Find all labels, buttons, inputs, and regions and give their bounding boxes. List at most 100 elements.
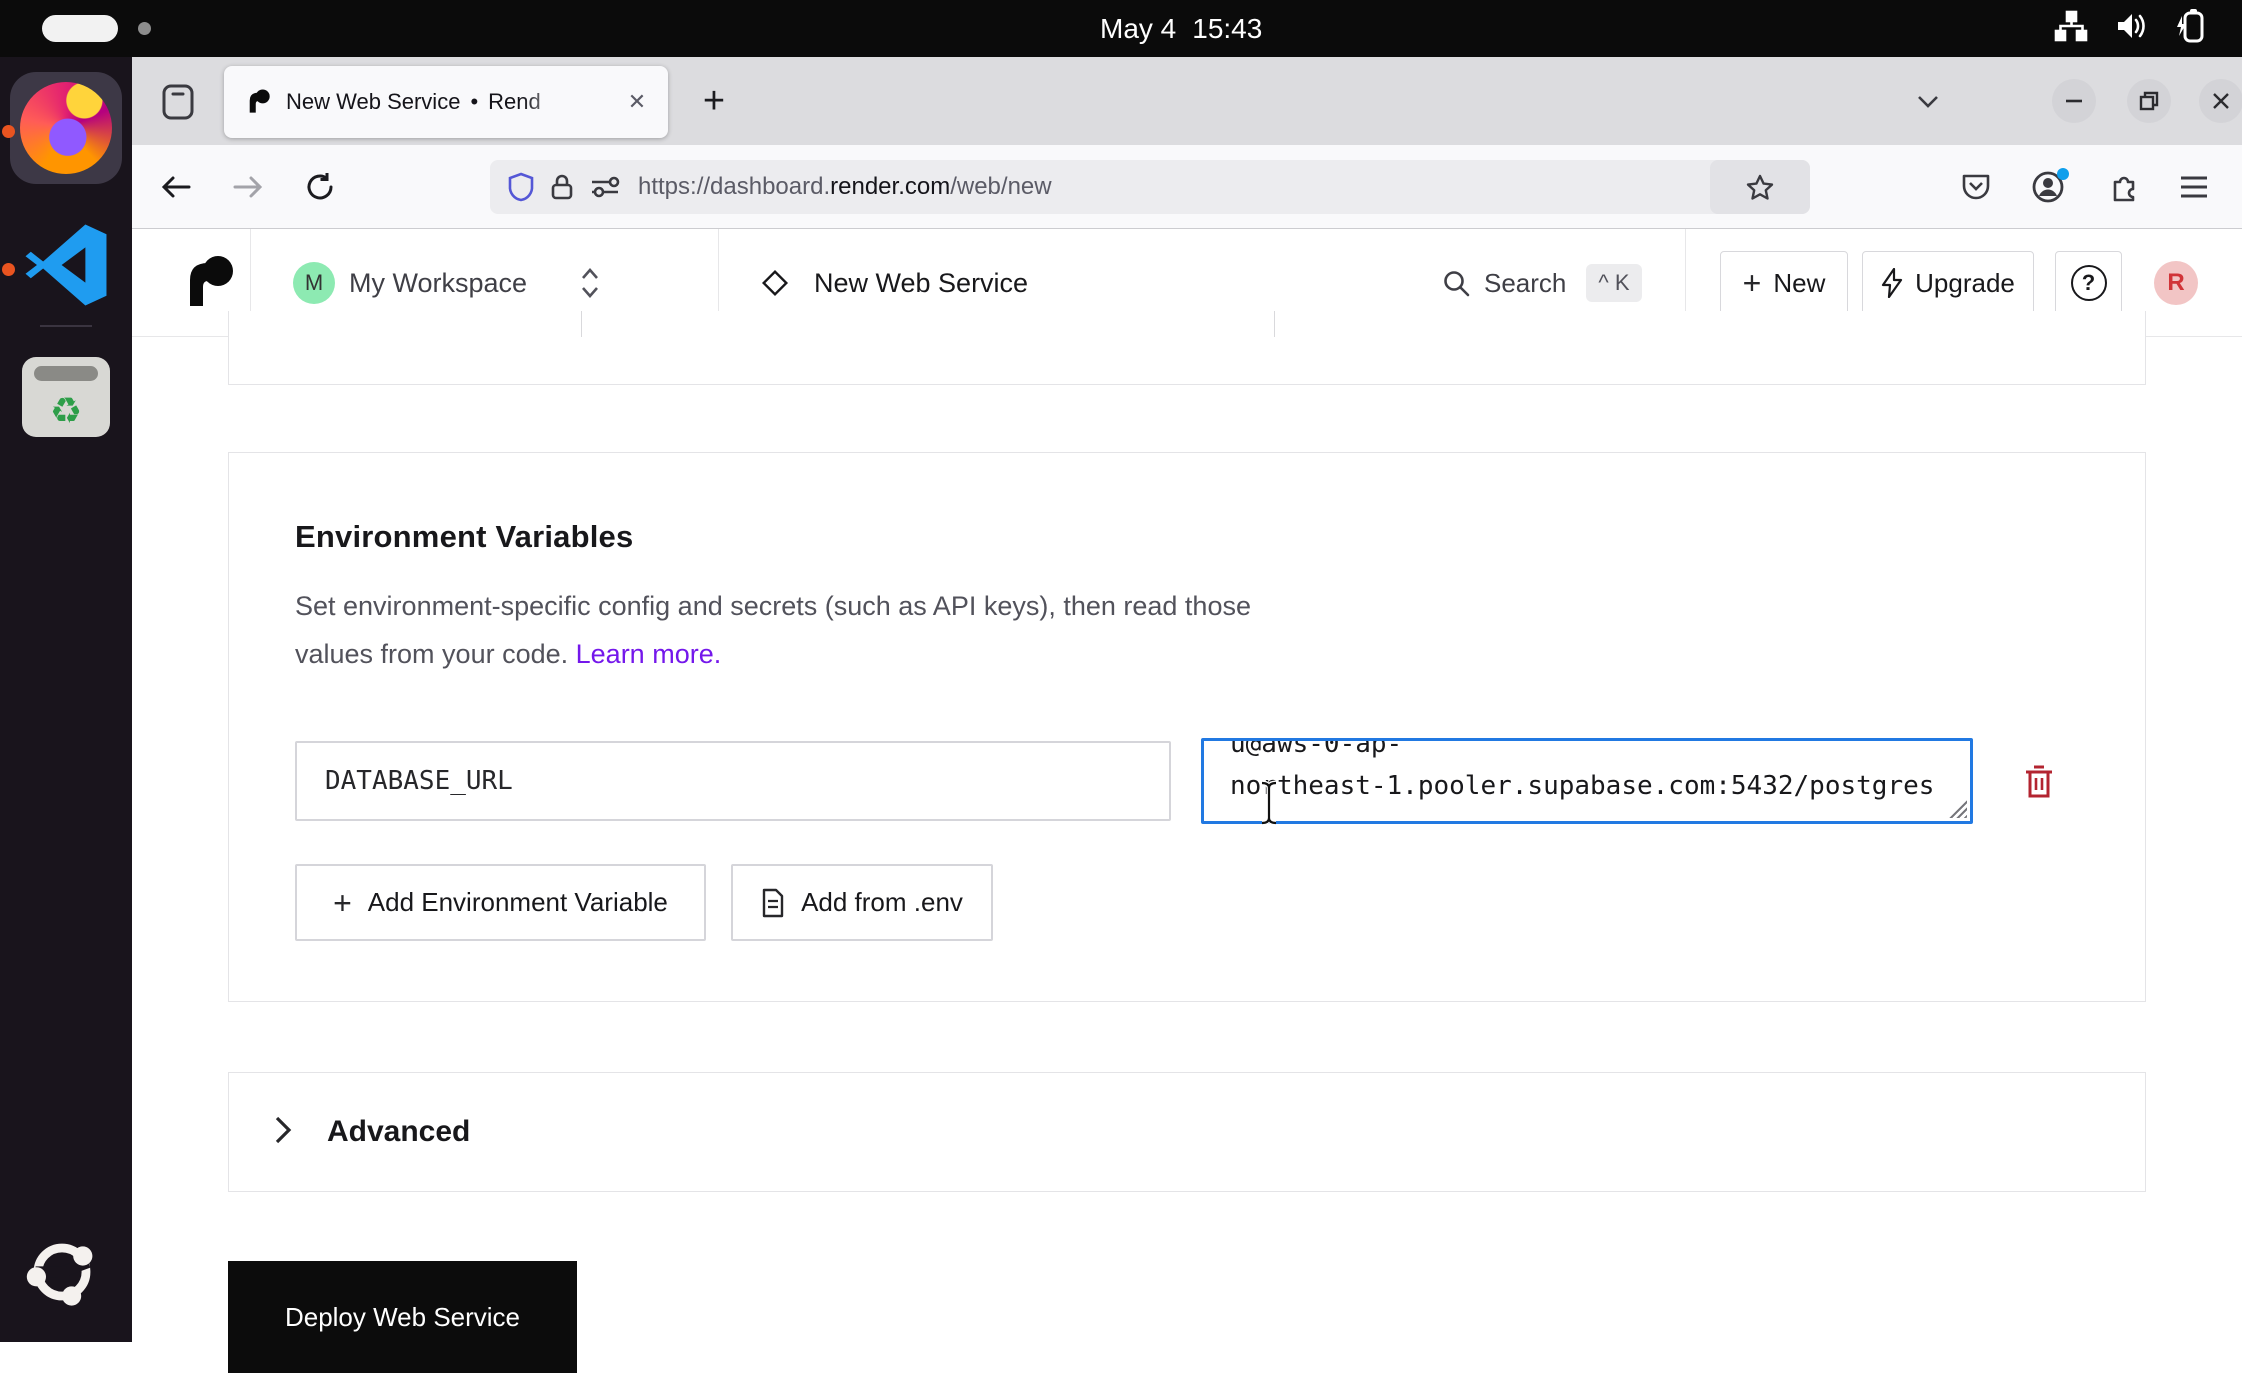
tab-title-text: New Web Service: [286, 89, 460, 115]
battery-icon[interactable]: [2174, 8, 2206, 49]
search-shortcut-badge: ^ K: [1586, 264, 1641, 302]
question-icon: ?: [2071, 265, 2107, 301]
tab-title-cut: Rend: [488, 89, 541, 115]
system-clock[interactable]: May 4 15:43: [1100, 0, 1262, 57]
url-bar[interactable]: https://dashboard.render.com/web/new: [490, 160, 1810, 214]
new-button-label: New: [1773, 268, 1825, 299]
add-from-env-label: Add from .env: [801, 887, 963, 918]
page-content: Environment Variables Set environment-sp…: [132, 337, 2242, 1342]
advanced-card[interactable]: Advanced: [228, 1072, 2146, 1192]
learn-more-link[interactable]: Learn more.: [576, 639, 722, 669]
document-icon: [761, 888, 785, 918]
system-top-bar: May 4 15:43: [0, 0, 2242, 57]
env-value-text: u@aws-0-ap- northeast-1.pooler.supabase.…: [1230, 738, 1944, 807]
input-edge: [581, 311, 582, 337]
render-logo-icon: [182, 254, 238, 312]
firefox-view-button[interactable]: [156, 80, 200, 124]
section-description-line1: Set environment-specific config and secr…: [295, 591, 1251, 622]
url-prefix: https://dashboard.: [638, 173, 830, 200]
lock-icon[interactable]: [550, 173, 574, 201]
dock-divider: [40, 325, 92, 327]
delete-variable-button[interactable]: [2019, 762, 2059, 802]
environment-variables-card: Environment Variables Set environment-sp…: [228, 452, 2146, 1002]
dock-item-trash[interactable]: ♻: [22, 357, 110, 437]
lightning-icon: [1881, 268, 1903, 298]
url-path: /web/new: [950, 173, 1051, 200]
new-tab-button[interactable]: +: [692, 79, 736, 123]
reload-button[interactable]: [292, 159, 348, 215]
clock-date: May 4: [1100, 13, 1176, 45]
list-all-tabs-button[interactable]: [1908, 81, 1948, 121]
help-button[interactable]: ?: [2055, 251, 2122, 315]
tab-title-separator: •: [470, 89, 478, 115]
section-heading: Environment Variables: [295, 519, 633, 555]
ubuntu-logo-icon: [22, 1232, 102, 1312]
forward-button[interactable]: [220, 159, 276, 215]
tab-close-button[interactable]: ✕: [620, 85, 654, 119]
account-icon: [2030, 167, 2070, 207]
firefox-window: New Web Service • Rend ✕ +: [132, 57, 2242, 1342]
upgrade-button[interactable]: Upgrade: [1862, 251, 2034, 315]
network-icon[interactable]: [2054, 10, 2088, 47]
bookmark-button[interactable]: [1710, 160, 1810, 214]
hamburger-icon: [2180, 176, 2208, 198]
firefox-view-icon: [160, 82, 196, 122]
add-from-env-button[interactable]: Add from .env: [731, 864, 993, 941]
vscode-icon: [22, 221, 110, 309]
window-close-button[interactable]: [2199, 79, 2242, 123]
forward-icon: [233, 175, 263, 199]
volume-icon[interactable]: [2114, 10, 2148, 47]
pocket-icon: [1961, 173, 1991, 201]
url-text[interactable]: https://dashboard.render.com/web/new: [638, 173, 1052, 201]
description-text: values from your code.: [295, 639, 568, 669]
firefox-running-dot: [2, 125, 15, 138]
env-key-input[interactable]: [295, 741, 1171, 821]
env-value-line1: u@aws-0-ap-: [1230, 738, 1944, 765]
reload-icon: [305, 172, 335, 202]
dock-item-firefox[interactable]: [10, 72, 122, 184]
workspace-indicator-pill[interactable]: [42, 15, 118, 42]
app-grid-button[interactable]: [22, 1232, 102, 1312]
dock: ♻: [0, 57, 132, 1342]
dock-item-vscode[interactable]: [22, 221, 110, 309]
user-avatar[interactable]: R: [2154, 261, 2198, 305]
workspace-indicator-dot[interactable]: [138, 22, 151, 35]
deploy-web-service-button[interactable]: Deploy Web Service: [228, 1261, 577, 1373]
navigation-toolbar: https://dashboard.render.com/web/new: [132, 145, 2242, 229]
new-button[interactable]: + New: [1720, 251, 1848, 315]
back-button[interactable]: [148, 159, 204, 215]
tab-title: New Web Service • Rend: [286, 87, 586, 117]
url-domain: render.com: [830, 173, 950, 200]
workspace-avatar[interactable]: M: [293, 262, 335, 304]
chevron-right-icon: [273, 1114, 293, 1151]
advanced-heading: Advanced: [327, 1115, 470, 1149]
section-description-line2: values from your code. Learn more.: [295, 639, 721, 670]
input-edge: [1274, 311, 1275, 337]
puzzle-icon: [2108, 172, 2138, 202]
close-icon: [2212, 92, 2230, 110]
pocket-button[interactable]: [1954, 165, 1998, 209]
trash-icon: [2024, 765, 2054, 799]
diamond-icon: [760, 268, 790, 298]
text-cursor: [1258, 780, 1280, 831]
env-value-textarea[interactable]: u@aws-0-ap- northeast-1.pooler.supabase.…: [1201, 738, 1973, 824]
window-minimize-button[interactable]: [2052, 79, 2096, 123]
vscode-running-dot: [2, 263, 15, 276]
account-button[interactable]: [2028, 165, 2072, 209]
extensions-button[interactable]: [2101, 165, 2145, 209]
clock-time: 15:43: [1192, 13, 1262, 45]
add-environment-variable-button[interactable]: + Add Environment Variable: [295, 864, 706, 941]
tracking-shield-icon: [508, 172, 534, 202]
window-restore-button[interactable]: [2127, 79, 2171, 123]
permissions-icon[interactable]: [590, 174, 620, 200]
minimize-icon: [2065, 99, 2083, 103]
active-tab[interactable]: New Web Service • Rend ✕: [224, 66, 668, 138]
search-icon: [1442, 269, 1470, 297]
workspace-chevrons-icon[interactable]: [579, 265, 601, 306]
back-icon: [161, 175, 191, 199]
render-logo[interactable]: [182, 254, 238, 312]
page-title: New Web Service: [814, 268, 1028, 299]
tab-bar: New Web Service • Rend ✕ +: [132, 57, 2242, 145]
menu-button[interactable]: [2172, 165, 2216, 209]
textarea-resize-handle[interactable]: [1949, 800, 1967, 818]
